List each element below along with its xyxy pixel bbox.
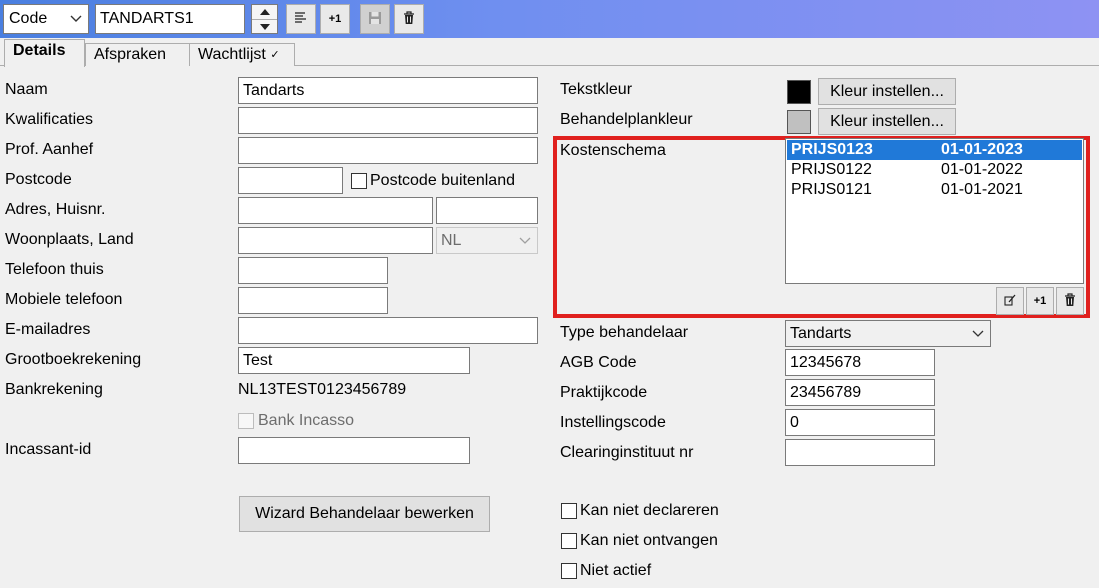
postcode-field[interactable] <box>238 167 343 194</box>
grootboek-field[interactable]: Test <box>238 347 470 374</box>
grootboek-label: Grootboekrekening <box>5 351 142 368</box>
kostenschema-list[interactable]: PRIJS0123 01-01-2023 PRIJS0122 01-01-202… <box>785 138 1084 284</box>
list-item[interactable]: PRIJS0121 01-01-2021 <box>787 180 1082 200</box>
agb-field[interactable]: 12345678 <box>785 349 935 376</box>
praktijkcode-label: Praktijkcode <box>560 384 648 401</box>
praktijkcode-field[interactable]: 23456789 <box>785 379 935 406</box>
wizard-button[interactable]: Wizard Behandelaar bewerken <box>239 496 490 532</box>
kostenschema-label: Kostenschema <box>560 142 666 159</box>
delete-button[interactable] <box>394 4 424 34</box>
list-lines-icon <box>294 11 308 27</box>
type-behandelaar-label: Type behandelaar <box>560 324 689 341</box>
tab-label: Afspraken <box>94 46 167 63</box>
mobiel-field[interactable] <box>238 287 388 314</box>
list-item-date: 01-01-2021 <box>941 181 1023 198</box>
tab-afspraken[interactable]: Afspraken <box>85 43 190 66</box>
incassant-label: Incassant-id <box>5 441 92 458</box>
mobiel-label: Mobiele telefoon <box>5 291 123 308</box>
postcode-buitenland-checkbox[interactable] <box>351 173 367 189</box>
aanhef-label: Prof. Aanhef <box>5 141 94 158</box>
save-button[interactable] <box>360 4 390 34</box>
list-button[interactable] <box>286 4 316 34</box>
list-item-code: PRIJS0123 <box>791 141 873 158</box>
kan-niet-declareren-checkbox[interactable] <box>561 503 577 519</box>
floppy-disk-icon <box>368 11 382 28</box>
clearing-label: Clearinginstituut nr <box>560 444 694 461</box>
new-record-button[interactable]: +1 <box>320 4 350 34</box>
tekstkleur-button[interactable]: Kleur instellen... <box>818 78 956 105</box>
down-arrow-icon[interactable] <box>252 19 277 33</box>
naam-field[interactable]: Tandarts <box>238 77 538 104</box>
tel-thuis-label: Telefoon thuis <box>5 261 104 278</box>
tekstkleur-label: Tekstkleur <box>560 81 633 98</box>
bank-incasso-checkbox[interactable] <box>238 413 254 429</box>
tab-details[interactable]: Details <box>4 39 85 67</box>
tekstkleur-swatch <box>787 80 811 104</box>
tel-thuis-field[interactable] <box>238 257 388 284</box>
instellingscode-label: Instellingscode <box>560 414 666 431</box>
aanhef-field[interactable] <box>238 137 538 164</box>
country-select[interactable]: NL <box>436 227 538 254</box>
add-kostenschema-button[interactable]: +1 <box>1026 287 1054 315</box>
type-behandelaar-value: Tandarts <box>790 325 852 342</box>
list-item[interactable]: PRIJS0123 01-01-2023 <box>787 140 1082 160</box>
agb-label: AGB Code <box>560 354 637 371</box>
list-item-date: 01-01-2022 <box>941 161 1023 178</box>
search-spinner[interactable] <box>251 4 278 34</box>
up-arrow-icon[interactable] <box>252 5 277 19</box>
postcode-label: Postcode <box>5 171 72 188</box>
edit-icon <box>1003 293 1017 310</box>
list-item-code: PRIJS0121 <box>791 181 872 198</box>
list-item-date: 01-01-2023 <box>941 141 1023 158</box>
bank-incasso-label: Bank Incasso <box>258 412 355 429</box>
behandelplankleur-button[interactable]: Kleur instellen... <box>818 108 956 135</box>
city-field[interactable] <box>238 227 433 254</box>
search-field-select[interactable]: Code <box>3 4 89 34</box>
email-label: E-mailadres <box>5 321 91 338</box>
adres-label: Adres, Huisnr. <box>5 201 106 218</box>
search-input[interactable]: TANDARTS1 <box>95 4 245 34</box>
house-number-field[interactable] <box>436 197 538 224</box>
tab-label: Details <box>13 42 66 59</box>
trash-icon <box>403 10 415 28</box>
chevron-down-icon <box>972 321 984 346</box>
behandelplankleur-swatch <box>787 110 811 134</box>
woonplaats-label: Woonplaats, Land <box>5 231 134 248</box>
postcode-buitenland-label: Postcode buitenland <box>370 172 515 189</box>
kwalificaties-label: Kwalificaties <box>5 111 94 128</box>
kan-niet-declareren-label: Kan niet declareren <box>580 502 719 519</box>
behandelplankleur-label: Behandelplankleur <box>560 111 693 128</box>
bank-label: Bankrekening <box>5 381 103 398</box>
incassant-field[interactable] <box>238 437 470 464</box>
chevron-down-icon <box>519 228 531 253</box>
kwalificaties-field[interactable] <box>238 107 538 134</box>
type-behandelaar-select[interactable]: Tandarts <box>785 320 991 347</box>
edit-kostenschema-button[interactable] <box>996 287 1024 315</box>
niet-actief-checkbox[interactable] <box>561 563 577 579</box>
street-field[interactable] <box>238 197 433 224</box>
naam-label: Naam <box>5 81 48 98</box>
check-icon: ✓ <box>270 49 280 61</box>
kan-niet-ontvangen-checkbox[interactable] <box>561 533 577 549</box>
instellingscode-field[interactable]: 0 <box>785 409 935 436</box>
delete-kostenschema-button[interactable] <box>1056 287 1084 315</box>
chevron-down-icon <box>70 5 82 43</box>
list-item[interactable]: PRIJS0122 01-01-2022 <box>787 160 1082 180</box>
niet-actief-label: Niet actief <box>580 562 652 579</box>
trash-icon <box>1064 292 1076 310</box>
country-value: NL <box>441 232 462 249</box>
tab-label: Wachtlijst <box>198 46 266 63</box>
bank-value: NL13TEST0123456789 <box>238 381 407 398</box>
list-item-code: PRIJS0122 <box>791 161 872 178</box>
tab-wachtlijst[interactable]: Wachtlijst ✓ <box>189 43 295 66</box>
kan-niet-ontvangen-label: Kan niet ontvangen <box>580 532 718 549</box>
search-field-value: Code <box>9 10 48 27</box>
clearing-field[interactable] <box>785 439 935 466</box>
email-field[interactable] <box>238 317 538 344</box>
